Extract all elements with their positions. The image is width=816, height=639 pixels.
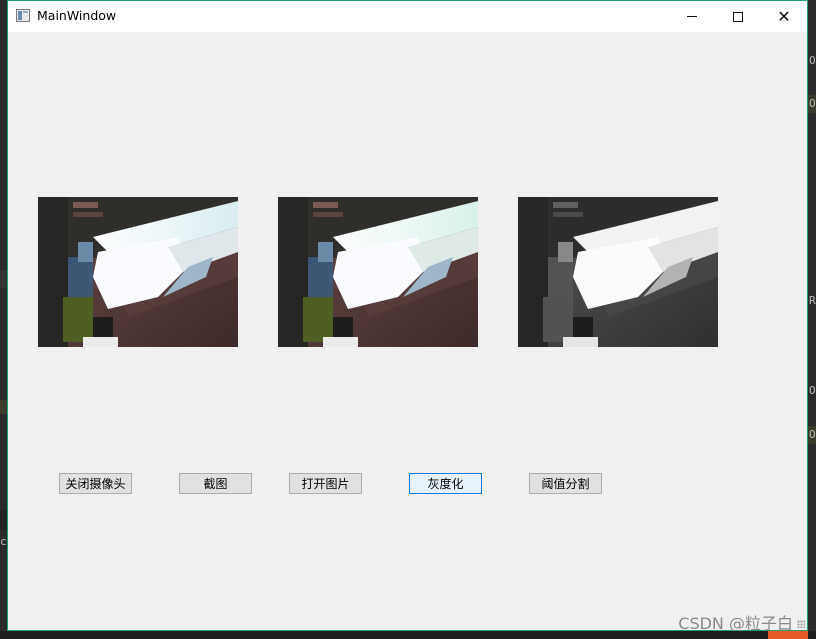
background-text: R	[809, 294, 816, 307]
window-title: MainWindow	[37, 8, 117, 23]
background-text: O	[809, 54, 816, 67]
background-text: c	[0, 535, 7, 548]
resize-grip-icon[interactable]	[797, 620, 805, 628]
background-bar	[0, 400, 7, 414]
threshold-segmentation-button[interactable]: 阈值分割	[529, 473, 602, 494]
grayscale-button[interactable]: 灰度化	[409, 473, 482, 494]
background-left-strip: c	[0, 0, 7, 639]
client-area: 关闭摄像头 截图 打开图片 灰度化 阈值分割 CSDN @粒子白	[8, 32, 807, 633]
maximize-button[interactable]	[715, 1, 761, 32]
close-camera-button[interactable]: 关闭摄像头	[59, 473, 132, 494]
main-window: MainWindow ✕ 关闭摄像头 截图 打开图片 灰度化 阈值分割 CSDN…	[7, 0, 808, 633]
close-icon: ✕	[777, 6, 791, 26]
background-text: O	[809, 428, 816, 441]
capture-image	[278, 197, 478, 347]
background-text: O	[809, 384, 816, 397]
background-text: O	[809, 97, 816, 110]
background-right-strip: O O R O O	[808, 0, 816, 639]
screenshot-button[interactable]: 截图	[179, 473, 252, 494]
minimize-icon	[687, 16, 697, 17]
background-bottom-strip	[0, 631, 816, 639]
minimize-button[interactable]	[669, 1, 715, 32]
background-bar	[0, 270, 7, 288]
grayscale-image	[518, 197, 718, 347]
background-bar	[0, 510, 7, 530]
camera-view-grayscale	[518, 197, 718, 347]
background-bar	[768, 631, 808, 639]
maximize-icon	[733, 11, 743, 22]
close-button[interactable]: ✕	[761, 1, 807, 32]
app-icon[interactable]	[16, 9, 30, 22]
camera-view-original	[38, 197, 238, 347]
open-image-button[interactable]: 打开图片	[289, 473, 362, 494]
title-bar[interactable]: MainWindow ✕	[8, 1, 807, 32]
camera-image	[38, 197, 238, 347]
camera-view-capture	[278, 197, 478, 347]
